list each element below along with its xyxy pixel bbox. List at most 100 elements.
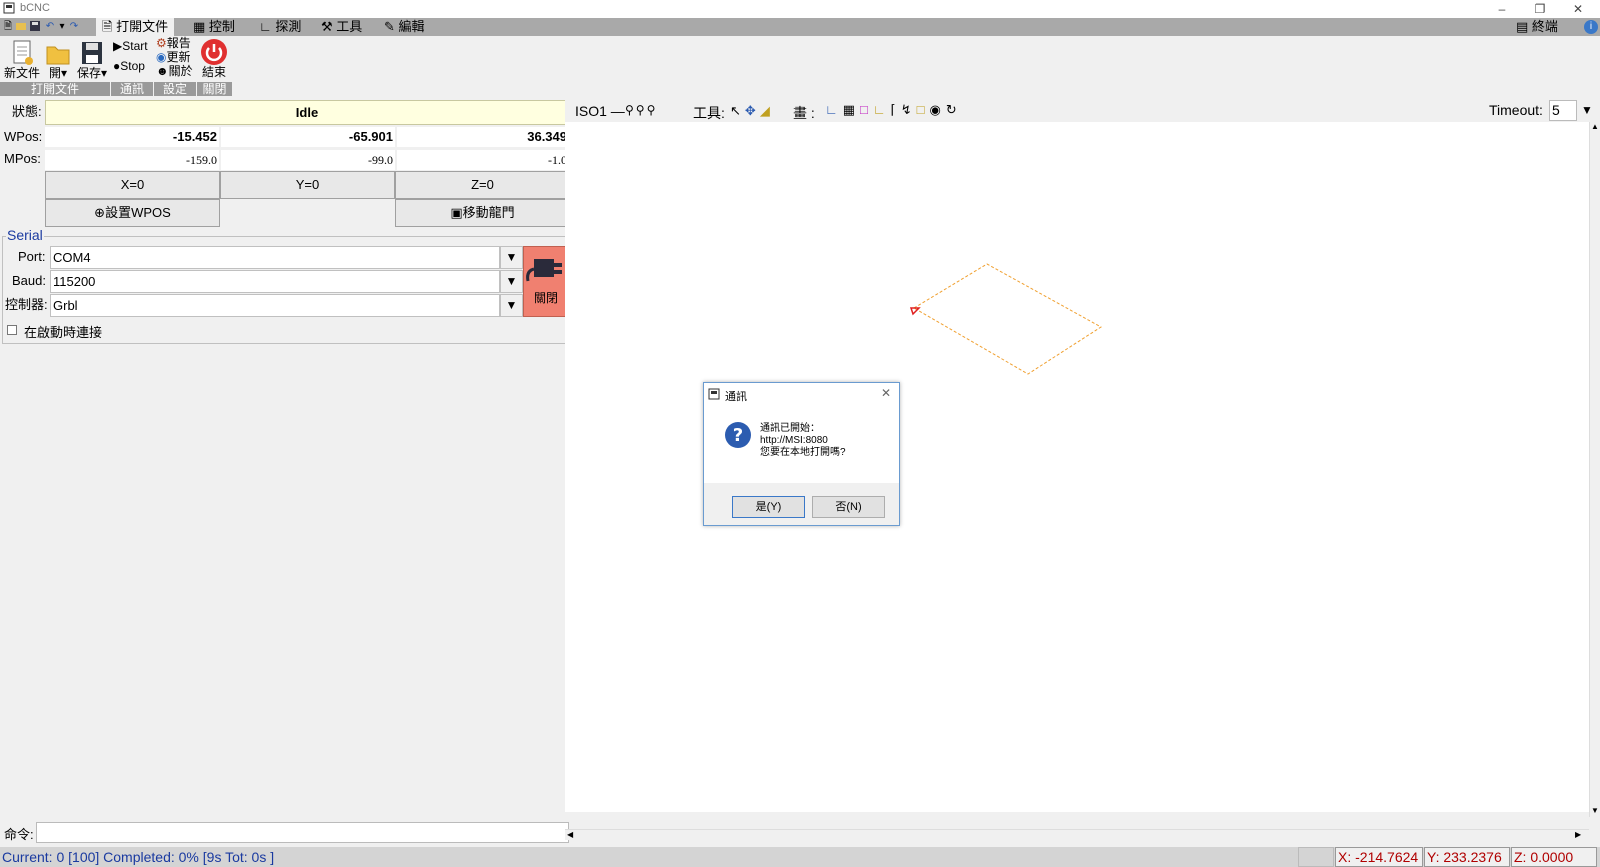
port-select[interactable]: COM4 [50, 246, 500, 269]
tab-terminal[interactable]: ▤ 終端 [1510, 18, 1564, 36]
exit-button[interactable]: 結束 [199, 38, 229, 79]
zoom-tools[interactable]: ⚲⚲⚲ [625, 103, 657, 117]
chevron-up-icon[interactable]: ▲ [1590, 122, 1600, 131]
plug-icon [526, 259, 562, 282]
question-icon: ? [725, 422, 751, 448]
save-icon[interactable] [29, 20, 41, 33]
command-label: 命令: [4, 827, 34, 842]
margin-icon[interactable]: □ [860, 102, 873, 117]
chevron-down-icon[interactable]: ▼ [1590, 806, 1600, 815]
zero-x-button[interactable]: X=0 [45, 171, 220, 199]
new-file-button[interactable]: 新文件 [2, 39, 42, 80]
undo-icon[interactable]: ↶ [44, 20, 56, 33]
report-button[interactable]: ⚙報告 [156, 37, 191, 50]
progress-status: Current: 0 [100] Completed: 0% [9s Tot: … [2, 849, 275, 865]
close-connection-button[interactable]: 關閉 [523, 246, 569, 317]
tools-icon: ⚒ [321, 19, 333, 34]
yes-button[interactable]: 是(Y) [732, 496, 805, 518]
grid-icon[interactable]: ▦ [843, 102, 860, 117]
minimize-icon[interactable]: – [1484, 0, 1520, 18]
chevron-down-icon[interactable]: ▼ [500, 246, 523, 269]
state-label: 狀態: [12, 104, 42, 119]
tab-control[interactable]: ▦ 控制 [187, 18, 241, 36]
coord-z: Z: 0.0000 [1511, 847, 1597, 867]
zero-y-button[interactable]: Y=0 [220, 171, 395, 199]
tab-tools[interactable]: ⚒ 工具 [315, 18, 368, 36]
document-icon: 🗎 [102, 19, 113, 34]
mpos-label: MPos: [4, 151, 41, 166]
canvas-toolbar: ISO1 — ⚲⚲⚲ 工具: ↖✥◢ 畫 : ∟▦□∟⌈↯□◉↻ Timeout… [565, 100, 1600, 122]
view-select[interactable]: ISO1 — [575, 103, 625, 119]
draw-label: 畫 : [793, 105, 815, 121]
work-area-outline [913, 263, 1102, 375]
mpos-x: -159.0 [45, 150, 219, 170]
vertical-scrollbar[interactable]: ▲ ▼ [1589, 122, 1600, 817]
axes-icon[interactable]: ∟ [825, 102, 843, 117]
tab-edit[interactable]: ✎ 編輯 [378, 18, 431, 36]
probe-icon[interactable]: ∟ [873, 102, 891, 117]
coord-y: Y: 233.2376 [1424, 847, 1510, 867]
wpos-label: WPos: [4, 129, 43, 144]
dialog-title: 通訊 [725, 391, 747, 403]
ribbon-tab-bar: 🗎 ↶ ▾ ↷ 🗎 打開文件 ▦ 控制 ∟ 探測 ⚒ 工具 ✎ 編輯 ▤ 終端 … [0, 18, 1600, 36]
zero-z-button[interactable]: Z=0 [395, 171, 570, 199]
workarea-icon[interactable]: ⌈ [891, 102, 901, 117]
grid-icon: ▦ [193, 19, 206, 34]
path-icon[interactable]: □ [917, 102, 930, 117]
camera-icon[interactable]: ◉ [929, 102, 945, 117]
help-icon[interactable]: i [1584, 20, 1598, 34]
chevron-down-icon[interactable]: ▾ [56, 20, 68, 33]
chevron-right-icon[interactable]: ▶ [1575, 830, 1581, 839]
horizontal-scrollbar[interactable]: ◀ ▶ [565, 829, 1589, 840]
move-icon[interactable]: ✥ [745, 103, 760, 118]
dialog-message-line1: 通訊已開始： [760, 423, 820, 434]
probe-icon: ∟ [259, 19, 272, 34]
wpos-y: -65.901 [221, 127, 395, 147]
chevron-left-icon[interactable]: ◀ [567, 830, 573, 839]
tab-probe[interactable]: ∟ 探測 [253, 18, 307, 36]
save-button[interactable]: 保存▾ [74, 39, 110, 80]
cursor-icon[interactable]: ↖ [730, 103, 745, 118]
zoom-fit-icon[interactable]: ⚲ [647, 103, 658, 117]
new-doc-icon[interactable]: 🗎 [2, 20, 14, 33]
baud-label: Baud: [12, 273, 46, 288]
move-gantry-button[interactable]: ▣移動龍門 [395, 199, 570, 227]
port-label: Port: [18, 249, 46, 264]
tab-file[interactable]: 🗎 打開文件 [96, 18, 175, 36]
rapid-icon[interactable]: ↯ [901, 102, 917, 117]
baud-select[interactable]: 115200 [50, 270, 500, 293]
chevron-down-icon[interactable]: ▼ [500, 294, 523, 317]
close-window-icon[interactable]: ✕ [1560, 0, 1596, 18]
dialog-message-line3: 您要在本地打開嗎? [760, 447, 846, 458]
refresh-icon[interactable]: ↻ [946, 102, 962, 117]
pencil-icon: ✎ [384, 19, 395, 34]
restore-icon[interactable]: ❐ [1522, 0, 1558, 18]
svg-text:?: ? [733, 425, 743, 446]
crosshair-icon: ⊕ [94, 205, 106, 220]
controller-select[interactable]: Grbl [50, 294, 500, 317]
chevron-down-icon: ▾ [60, 66, 68, 80]
set-wpos-button[interactable]: ⊕設置WPOS [45, 199, 220, 227]
chevron-down-icon[interactable]: ▼ [1577, 100, 1597, 121]
redo-icon[interactable]: ↷ [68, 20, 80, 33]
stop-button[interactable]: ●Stop [113, 60, 145, 73]
chevron-down-icon[interactable]: ▼ [500, 270, 523, 293]
connect-on-start-checkbox[interactable] [7, 325, 17, 335]
globe-icon: ◉ [156, 50, 167, 64]
state-display: Idle [45, 100, 569, 125]
no-button[interactable]: 否(N) [812, 496, 885, 518]
open-folder-icon[interactable] [15, 20, 27, 33]
zoom-in-icon[interactable]: ⚲ [625, 103, 636, 117]
command-input[interactable] [36, 822, 569, 843]
zoom-out-icon[interactable]: ⚲ [636, 103, 647, 117]
about-button[interactable]: ☻關於 [156, 65, 193, 78]
update-button[interactable]: ◉更新 [156, 51, 191, 64]
status-spacer [1298, 847, 1334, 867]
open-button[interactable]: 開▾ [44, 39, 72, 80]
ruler-icon[interactable]: ◢ [760, 103, 774, 118]
close-icon[interactable]: ✕ [881, 386, 891, 400]
start-button[interactable]: ▶Start [113, 40, 148, 53]
tools-label: 工具: [693, 105, 725, 121]
group-label-file: 打開文件 [0, 82, 110, 96]
timeout-input[interactable]: 5 [1549, 100, 1577, 121]
